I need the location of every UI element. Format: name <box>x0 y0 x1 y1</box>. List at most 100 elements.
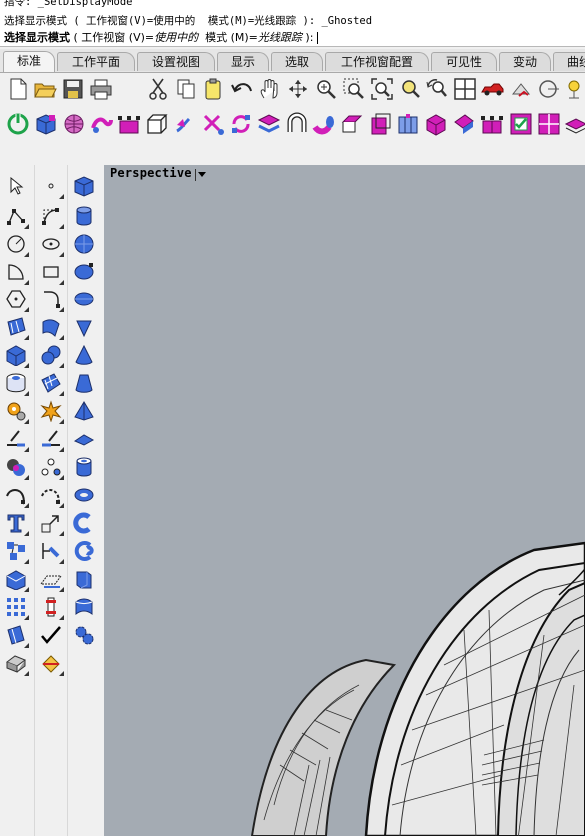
trim-icon[interactable] <box>3 426 29 452</box>
cylinder-icon[interactable] <box>71 203 97 229</box>
magnet-icon[interactable] <box>284 111 310 137</box>
tab-visibility[interactable]: 可见性 <box>431 52 497 71</box>
surface-patch-icon[interactable] <box>3 314 29 340</box>
surface-bend-icon[interactable] <box>38 314 64 340</box>
control-points-icon[interactable] <box>116 111 142 137</box>
zoom-window-icon[interactable] <box>341 76 367 102</box>
gear-settings-icon[interactable] <box>3 398 29 424</box>
cone-icon[interactable] <box>71 314 97 340</box>
command-prompt[interactable]: 选择显示模式 ( 工作视窗 (V)=使用中的 模式 (M)=光线跟踪 ): <box>4 29 319 45</box>
circle-snap-icon[interactable] <box>536 76 562 102</box>
print-icon[interactable] <box>88 76 114 102</box>
sphere-mesh-icon[interactable] <box>61 111 87 137</box>
paraboloid-icon[interactable] <box>71 286 97 312</box>
undo-view-icon[interactable] <box>424 76 450 102</box>
cube-grey-icon[interactable] <box>3 650 29 676</box>
viewport-title[interactable]: Perspective <box>110 166 192 180</box>
explode-icon[interactable] <box>38 398 64 424</box>
light-icon[interactable] <box>563 76 585 102</box>
solid-offset-icon[interactable] <box>367 111 393 137</box>
plane-icon[interactable] <box>38 566 64 592</box>
arc-dashed-icon[interactable] <box>38 482 64 508</box>
extrude-edge-icon[interactable] <box>339 111 365 137</box>
pyramid-icon[interactable] <box>71 398 97 424</box>
select-arrow-icon[interactable] <box>3 173 29 199</box>
sphere-icon[interactable] <box>71 231 97 257</box>
rotate-view-icon[interactable] <box>285 76 311 102</box>
grid-array-icon[interactable] <box>3 594 29 620</box>
column-icon[interactable] <box>38 594 64 620</box>
cut-icon[interactable] <box>145 76 171 102</box>
control-curve-icon[interactable] <box>38 203 64 229</box>
tab-standard[interactable]: 标准 <box>3 51 55 72</box>
torus-icon[interactable] <box>71 482 97 508</box>
gear-blue-icon[interactable] <box>71 622 97 648</box>
scissors-icon[interactable] <box>200 111 226 137</box>
copy-icon[interactable] <box>173 76 199 102</box>
new-file-icon[interactable] <box>5 76 31 102</box>
array-icon[interactable] <box>3 538 29 564</box>
torus-curl-icon[interactable] <box>71 538 97 564</box>
dimension-icon[interactable] <box>38 538 64 564</box>
pipe-panel-icon[interactable] <box>71 594 97 620</box>
grid-square-icon[interactable] <box>536 111 562 137</box>
viewport-menu-arrow-icon[interactable] <box>195 169 206 181</box>
scale-icon[interactable] <box>38 510 64 536</box>
point-icon[interactable] <box>38 173 64 199</box>
solid-box-icon[interactable] <box>3 342 29 368</box>
checkmark-icon[interactable] <box>38 622 64 648</box>
polyline-icon[interactable] <box>3 203 29 229</box>
split-icon[interactable] <box>38 426 64 452</box>
solid-edit-icon[interactable] <box>3 566 29 592</box>
paint-bucket-icon[interactable] <box>38 650 64 676</box>
arc-icon[interactable] <box>3 259 29 285</box>
tab-select[interactable]: 选取 <box>271 52 323 71</box>
tab-cplanes[interactable]: 工作平面 <box>57 52 135 71</box>
boolean-icon[interactable] <box>3 454 29 480</box>
surface-grid-icon[interactable] <box>38 370 64 396</box>
car-render-icon[interactable] <box>480 76 506 102</box>
truncated-cone-icon[interactable] <box>71 370 97 396</box>
checkbox-icon[interactable] <box>508 111 534 137</box>
open-folder-icon[interactable] <box>32 76 58 102</box>
split-panel-icon[interactable] <box>395 111 421 137</box>
option-mode-value[interactable]: 光线跟踪 <box>258 31 302 44</box>
shear-icon[interactable] <box>451 111 477 137</box>
rectangle-icon[interactable] <box>38 259 64 285</box>
solid-stack-icon[interactable] <box>563 111 585 137</box>
blue-panel-icon[interactable] <box>3 622 29 648</box>
cube-edit-icon[interactable] <box>423 111 449 137</box>
tab-curve[interactable]: 曲线 <box>553 52 585 71</box>
zoom-selected-icon[interactable] <box>397 76 423 102</box>
cone-solid-icon[interactable] <box>71 342 97 368</box>
save-icon[interactable] <box>60 76 86 102</box>
undo-icon[interactable] <box>229 76 255 102</box>
text-icon[interactable] <box>3 510 29 536</box>
extrude-panel-icon[interactable] <box>71 566 97 592</box>
blend-surface-icon[interactable] <box>89 111 115 137</box>
option-viewport-value[interactable]: 使用中的 <box>154 31 198 44</box>
plane-solid-icon[interactable] <box>71 426 97 452</box>
box-frame-icon[interactable] <box>144 111 170 137</box>
torus-half-icon[interactable] <box>71 510 97 536</box>
zoom-dynamic-icon[interactable] <box>313 76 339 102</box>
pan-hand-icon[interactable] <box>256 76 282 102</box>
tube-icon[interactable] <box>71 454 97 480</box>
pipe-icon[interactable] <box>311 111 337 137</box>
circle-icon[interactable] <box>3 231 29 257</box>
fillet-curve-icon[interactable] <box>38 286 64 312</box>
points-icon[interactable] <box>38 454 64 480</box>
paste-icon[interactable] <box>200 76 226 102</box>
curve-tool-icon[interactable] <box>3 482 29 508</box>
sphere-group-icon[interactable] <box>38 342 64 368</box>
cycle-icon[interactable] <box>228 111 254 137</box>
four-viewports-icon[interactable] <box>452 76 478 102</box>
polygon-icon[interactable] <box>3 286 29 312</box>
tab-display[interactable]: 显示 <box>217 52 269 71</box>
cage-icon[interactable] <box>479 111 505 137</box>
box-cube-icon[interactable] <box>33 111 59 137</box>
ellipse-icon[interactable] <box>38 231 64 257</box>
option-mode[interactable]: (M)= <box>231 31 258 44</box>
option-viewport[interactable]: (V)= <box>129 31 154 44</box>
surface-patch-icon[interactable] <box>256 111 282 137</box>
